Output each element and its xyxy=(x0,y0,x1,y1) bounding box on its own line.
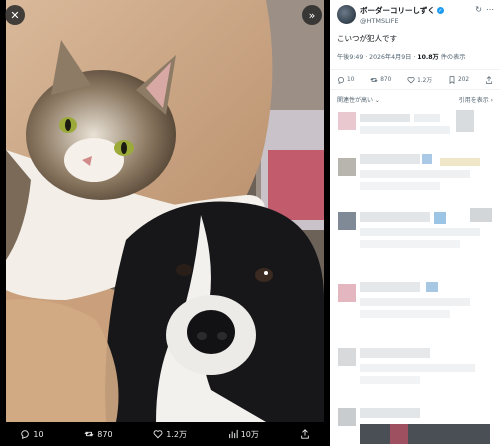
like-count: 1.2万 xyxy=(417,78,433,84)
viewer-share-button[interactable] xyxy=(300,429,310,439)
retweet-button[interactable]: 870 xyxy=(370,76,391,84)
heart-icon xyxy=(153,430,163,439)
double-chevron-right-icon: » xyxy=(308,8,316,22)
tweet-view-count: 10.8万 xyxy=(417,54,439,61)
like-button[interactable]: 1.2万 xyxy=(407,75,432,84)
author-names: ボーダーコリーしずく ✓ @HTMSLIFE xyxy=(360,5,471,25)
share-icon xyxy=(485,75,492,84)
tweet-stats-bar: 10 870 1.2万 202 xyxy=(330,70,500,89)
reply-icon xyxy=(21,430,30,439)
viewer-retweet-button[interactable]: 870 xyxy=(84,429,113,439)
tweet-timestamp[interactable]: 午後9:49 · 2026年4月9日 · xyxy=(337,54,417,61)
app-root: ✕ » 10 870 1.2万 10万 ボーダーコリーしずく ✓ @HTMSLI… xyxy=(0,0,500,446)
bookmark-button[interactable]: 202 xyxy=(448,75,470,84)
tweet-view-suffix: 件の表示 xyxy=(438,54,466,61)
author-handle[interactable]: @HTMSLIFE xyxy=(360,17,471,25)
tweet-meta: 午後9:49 · 2026年4月9日 · 10.8万 件の表示 xyxy=(330,44,500,61)
viewer-reply-button[interactable]: 10 xyxy=(20,429,44,439)
author-display-name-row[interactable]: ボーダーコリーしずく ✓ xyxy=(360,5,471,16)
refresh-icon[interactable]: ↻ xyxy=(475,5,482,14)
retweet-icon xyxy=(84,431,94,437)
viewer-views-button[interactable]: 10万 xyxy=(228,429,259,440)
heart-icon xyxy=(407,76,415,84)
expand-panel-button[interactable]: » xyxy=(302,5,322,25)
tweet-photo[interactable] xyxy=(6,0,324,422)
viewer-reply-count: 10 xyxy=(33,429,44,439)
share-button[interactable] xyxy=(485,75,493,84)
avatar[interactable] xyxy=(337,5,356,24)
close-icon: ✕ xyxy=(10,8,20,22)
viewer-like-count: 1.2万 xyxy=(166,429,187,439)
share-icon xyxy=(300,429,309,439)
author-display-name: ボーダーコリーしずく xyxy=(360,6,435,15)
bookmark-icon xyxy=(449,75,455,84)
viewer-like-button[interactable]: 1.2万 xyxy=(153,429,187,440)
retweet-count: 870 xyxy=(380,76,392,83)
tweet-text: こいつが犯人です xyxy=(337,34,397,43)
bookmark-count: 202 xyxy=(458,76,470,83)
close-button[interactable]: ✕ xyxy=(5,5,25,25)
more-options-icon[interactable]: ⋯ xyxy=(486,5,494,14)
tweet-author: ボーダーコリーしずく ✓ @HTMSLIFE ↻ ⋯ xyxy=(330,0,500,30)
reply-sort-row: 関連性が高い ⌄ 引用を表示 › xyxy=(330,90,500,109)
tweet-detail-panel: ボーダーコリーしずく ✓ @HTMSLIFE ↻ ⋯ こいつが犯人です 午後9:… xyxy=(330,0,500,446)
viewer-retweet-count: 870 xyxy=(97,429,113,439)
view-quotes-link[interactable]: 引用を表示 › xyxy=(459,95,493,104)
views-icon xyxy=(228,429,238,439)
reply-sort-dropdown[interactable]: 関連性が高い ⌄ xyxy=(337,95,380,104)
reply-icon xyxy=(337,76,344,84)
verified-icon: ✓ xyxy=(436,7,444,14)
media-viewer: ✕ » 10 870 1.2万 10万 xyxy=(0,0,330,446)
viewer-view-count: 10万 xyxy=(240,429,259,439)
reply-button[interactable]: 10 xyxy=(337,76,354,84)
viewer-action-bar: 10 870 1.2万 10万 xyxy=(0,422,330,446)
blurred-replies xyxy=(330,108,500,446)
reply-count: 10 xyxy=(347,76,355,83)
retweet-icon xyxy=(370,77,378,82)
